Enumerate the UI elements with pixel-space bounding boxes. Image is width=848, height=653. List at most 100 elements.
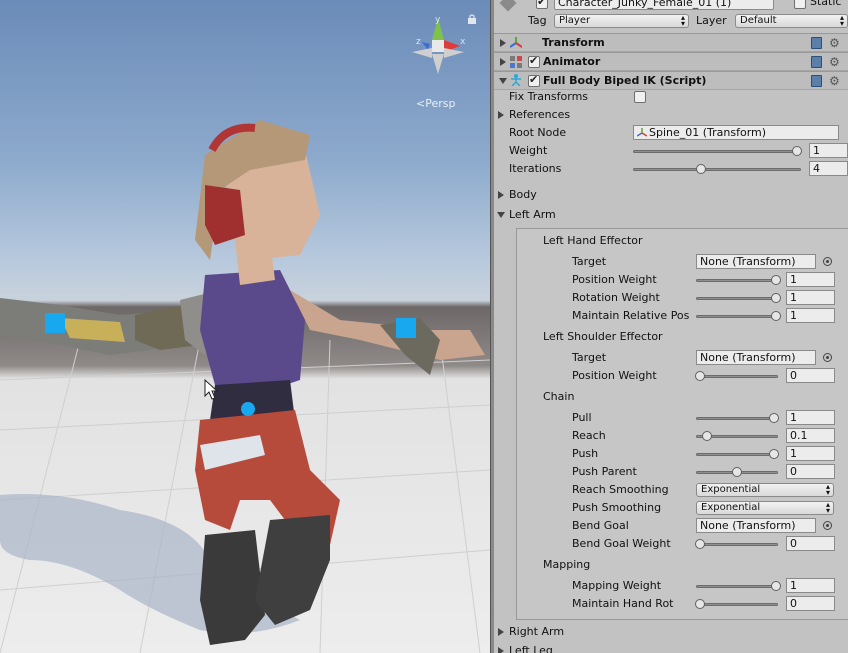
slider-thumb[interactable] <box>771 275 781 285</box>
animator-enabled-checkbox[interactable] <box>528 54 540 68</box>
push-parent-label: Push Parent <box>572 465 637 478</box>
animator-title: Animator <box>543 55 601 68</box>
foldout-arrow-icon[interactable] <box>500 58 506 66</box>
weight-slider-thumb[interactable] <box>792 146 802 156</box>
mapping-weight-field[interactable]: 1 <box>786 578 835 593</box>
mapping-weight-row: Mapping Weight 1 <box>494 577 848 595</box>
lse-target-label: Target <box>572 351 607 364</box>
references-row[interactable]: References <box>494 106 848 124</box>
left-shoulder-effector-header: Left Shoulder Effector <box>494 328 848 346</box>
push-smoothing-row: Push Smoothing Exponential ▴ ▾ <box>494 499 848 517</box>
slider-thumb[interactable] <box>695 539 705 549</box>
animator-component-header[interactable]: Animator ⚙ <box>494 52 848 71</box>
bend-goal-weight-label: Bend Goal Weight <box>572 537 671 550</box>
settings-gear-icon[interactable]: ⚙ <box>829 37 841 49</box>
slider-thumb[interactable] <box>695 371 705 381</box>
slider-thumb[interactable] <box>732 467 742 477</box>
object-header-row: Character_Junky_Female_01 (1) Static <box>494 0 848 12</box>
foldout-arrow-icon[interactable] <box>498 647 504 653</box>
maintain-hand-rot-field[interactable]: 0 <box>786 596 835 611</box>
settings-gear-icon[interactable]: ⚙ <box>829 56 841 68</box>
object-picker-icon[interactable] <box>823 353 832 362</box>
inspector-panel: Character_Junky_Female_01 (1) Static Tag… <box>494 0 848 653</box>
reach-field[interactable]: 0.1 <box>786 428 835 443</box>
root-node-field[interactable]: Spine_01 (Transform) <box>633 125 839 140</box>
body-effector-marker <box>241 402 255 416</box>
active-checkbox[interactable] <box>536 0 548 9</box>
slider-track[interactable] <box>696 603 778 606</box>
slider-thumb[interactable] <box>769 413 779 423</box>
fix-transforms-label: Fix Transforms <box>509 90 589 103</box>
lhe-maintain-field[interactable]: 1 <box>786 308 835 323</box>
lse-position-weight-field[interactable]: 0 <box>786 368 835 383</box>
fix-transforms-checkbox[interactable] <box>634 91 646 103</box>
lhe-rotation-weight-label: Rotation Weight <box>572 291 660 304</box>
slider-track[interactable] <box>696 375 778 378</box>
foldout-arrow-icon[interactable] <box>497 212 505 218</box>
transform-title: Transform <box>542 36 605 49</box>
slider-track[interactable] <box>696 585 778 588</box>
object-name-field[interactable]: Character_Junky_Female_01 (1) <box>554 0 774 10</box>
iterations-slider-track[interactable] <box>633 168 801 171</box>
layer-dropdown[interactable]: Default ▴ ▾ <box>735 14 848 28</box>
transform-component-header[interactable]: Transform ⚙ <box>494 33 848 52</box>
bend-goal-field[interactable]: None (Transform) <box>696 518 816 533</box>
iterations-field[interactable]: 4 <box>809 161 848 176</box>
help-book-icon[interactable] <box>811 56 822 68</box>
foldout-arrow-icon[interactable] <box>499 78 507 84</box>
slider-thumb[interactable] <box>769 449 779 459</box>
slider-thumb[interactable] <box>771 293 781 303</box>
projection-toggle[interactable]: <Persp <box>416 97 455 110</box>
slider-track[interactable] <box>696 453 778 456</box>
slider-track[interactable] <box>696 279 778 282</box>
help-book-icon[interactable] <box>811 37 822 49</box>
references-label: References <box>509 108 571 121</box>
settings-gear-icon[interactable]: ⚙ <box>829 75 841 87</box>
orientation-gizmo[interactable]: y x z <box>408 14 468 80</box>
lse-target-field[interactable]: None (Transform) <box>696 350 816 365</box>
static-checkbox[interactable] <box>794 0 806 9</box>
bend-goal-weight-field[interactable]: 0 <box>786 536 835 551</box>
weight-field[interactable]: 1 <box>809 143 848 158</box>
tag-dropdown[interactable]: Player ▴ ▾ <box>554 14 689 28</box>
slider-thumb[interactable] <box>771 581 781 591</box>
push-smoothing-dropdown[interactable]: Exponential ▴ ▾ <box>696 501 834 515</box>
iterations-label: Iterations <box>509 162 562 175</box>
slider-thumb[interactable] <box>771 311 781 321</box>
transform-icon <box>510 37 522 48</box>
push-field[interactable]: 1 <box>786 446 835 461</box>
pull-field[interactable]: 1 <box>786 410 835 425</box>
chain-header: Chain <box>494 388 848 406</box>
slider-track[interactable] <box>696 417 778 420</box>
lhe-rotation-weight-field[interactable]: 1 <box>786 290 835 305</box>
body-row[interactable]: Body <box>494 186 848 204</box>
lock-icon[interactable] <box>468 14 476 24</box>
lhe-target-field[interactable]: None (Transform) <box>696 254 816 269</box>
svg-text:y: y <box>435 15 441 25</box>
foldout-arrow-icon[interactable] <box>498 111 504 119</box>
iterations-slider-thumb[interactable] <box>696 164 706 174</box>
lhe-maintain-label: Maintain Relative Pos <box>572 309 690 322</box>
object-picker-icon[interactable] <box>823 521 832 530</box>
object-picker-icon[interactable] <box>823 257 832 266</box>
left-arm-row[interactable]: Left Arm <box>494 206 848 224</box>
lhe-position-weight-field[interactable]: 1 <box>786 272 835 287</box>
slider-thumb[interactable] <box>702 431 713 441</box>
help-book-icon[interactable] <box>811 75 822 87</box>
right-arm-row[interactable]: Right Arm <box>494 623 848 641</box>
push-parent-field[interactable]: 0 <box>786 464 835 479</box>
weight-slider-track[interactable] <box>633 150 801 153</box>
slider-thumb[interactable] <box>695 599 705 609</box>
left-leg-row[interactable]: Left Leg <box>494 642 848 653</box>
slider-track[interactable] <box>696 315 778 318</box>
foldout-arrow-icon[interactable] <box>498 628 504 636</box>
lhe-position-weight-label: Position Weight <box>572 273 657 286</box>
scene-view[interactable]: y x z <Persp <box>0 0 490 653</box>
foldout-arrow-icon[interactable] <box>500 39 506 47</box>
slider-track[interactable] <box>696 543 778 546</box>
slider-track[interactable] <box>696 297 778 300</box>
foldout-arrow-icon[interactable] <box>498 191 504 199</box>
ik-enabled-checkbox[interactable] <box>528 73 540 87</box>
reach-smoothing-row: Reach Smoothing Exponential ▴ ▾ <box>494 481 848 499</box>
reach-smoothing-dropdown[interactable]: Exponential ▴ ▾ <box>696 483 834 497</box>
